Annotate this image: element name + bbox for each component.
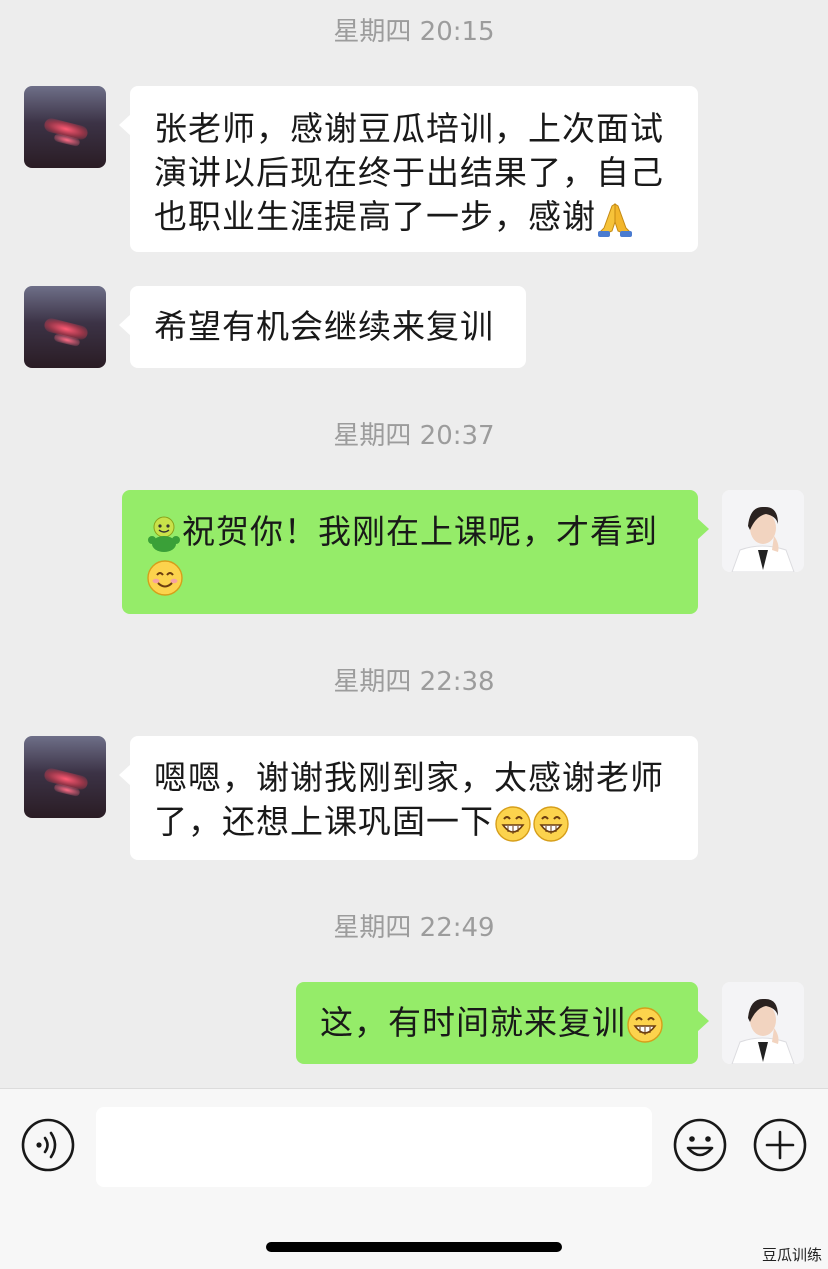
message-text: 希望有机会继续来复训 [154,307,494,346]
timestamp: 星期四 20:15 [333,17,495,47]
emoji-button[interactable] [672,1117,728,1177]
message-text: 这，有时间就来复训 [320,1003,626,1042]
message-bubble[interactable]: 张老师，感谢豆瓜培训，上次面试 演讲以后现在终于出结果了，自己 也职业生涯提高了… [119,86,698,252]
message-bubble[interactable]: 嗯嗯，谢谢我刚到家，太感谢老师 了，还想上课巩固一下 [119,736,698,860]
message-text: 也职业生涯提高了一步，感谢 [154,197,596,236]
voice-icon [21,1118,75,1172]
folded-hands-emoji [598,202,632,237]
my-avatar[interactable] [722,490,804,572]
message-bubble[interactable]: 祝贺你！我刚在上课呢，才看到 [122,490,709,614]
portrait-icon [722,490,804,572]
message-bubble[interactable]: 这，有时间就来复训 [296,982,709,1064]
portrait-icon [722,982,804,1064]
smile-emoji [147,559,183,596]
message-text: 祝贺你！我刚在上课呢，才看到 [182,512,658,551]
message-text: 了，还想上课巩固一下 [154,802,494,841]
watermark: 豆瓜训练 [761,1246,822,1264]
grin-emoji [495,805,531,842]
plus-icon [753,1118,807,1172]
emoji-icon [673,1118,727,1172]
timestamp: 星期四 20:37 [333,421,495,451]
contact-avatar[interactable] [24,286,106,368]
contact-avatar[interactable] [24,736,106,818]
message-text: 张老师，感谢豆瓜培训，上次面试 [154,109,664,148]
input-bar: 豆瓜训练 [0,1088,828,1269]
celebrate-emoji [148,516,180,552]
grin-emoji [533,805,569,842]
add-button[interactable] [752,1117,808,1177]
message-bubble[interactable]: 希望有机会继续来复训 [119,286,526,368]
voice-button[interactable] [20,1117,76,1177]
my-avatar[interactable] [722,982,804,1064]
grin-emoji [627,1006,663,1043]
timestamp: 星期四 22:38 [333,667,495,697]
contact-avatar[interactable] [24,86,106,168]
timestamp: 星期四 22:49 [333,913,495,943]
message-text: 嗯嗯，谢谢我刚到家，太感谢老师 [154,758,664,797]
chat-area[interactable]: 星期四 20:15 张老师，感谢豆瓜培训，上次面试 演讲以后现在终于出结果了，自… [0,0,828,1088]
message-text: 演讲以后现在终于出结果了，自己 [154,153,664,192]
message-input[interactable] [96,1107,652,1187]
home-indicator[interactable] [266,1242,562,1252]
